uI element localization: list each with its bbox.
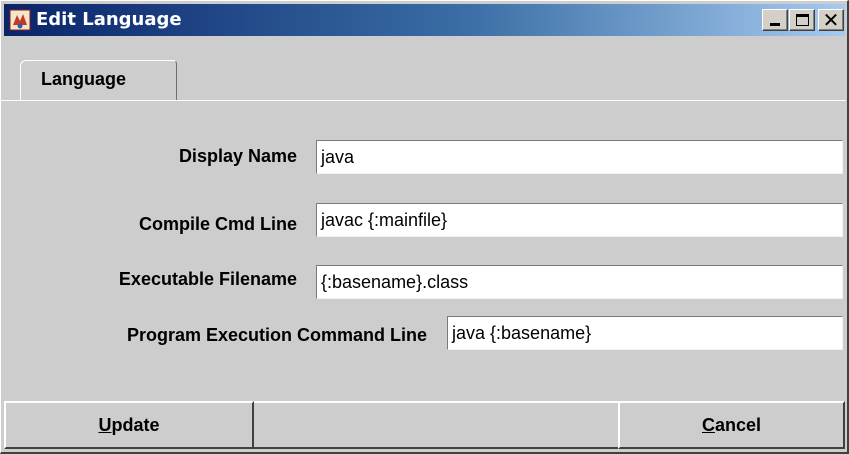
window-title: Edit Language — [36, 9, 182, 30]
cancel-label-rest: ancel — [714, 415, 762, 435]
tab-divider — [1, 100, 846, 101]
minimize-icon — [770, 23, 780, 26]
tab-language[interactable]: Language — [20, 60, 177, 100]
button-bar: Update Cancel — [4, 401, 845, 449]
executable-filename-label: Executable Filename — [118, 269, 297, 289]
edit-language-window: Edit Language ✕ Language Display Name ja… — [0, 0, 849, 454]
cancel-mnemonic: C — [701, 415, 715, 435]
program-execution-field[interactable]: java {:basename} — [447, 316, 843, 350]
update-label-rest: pdate — [111, 415, 160, 435]
executable-filename-field[interactable]: {:basename}.class — [316, 265, 843, 299]
title-bar[interactable]: Edit Language ✕ — [4, 4, 845, 36]
close-icon: ✕ — [822, 8, 840, 32]
compile-cmd-label: Compile Cmd Line — [138, 214, 297, 234]
update-button[interactable]: Update — [4, 401, 254, 449]
button-bar-spacer — [254, 401, 618, 449]
cancel-button[interactable]: Cancel — [618, 401, 845, 449]
compile-cmd-field[interactable]: javac {:mainfile} — [316, 203, 843, 237]
display-name-field[interactable]: java — [316, 140, 843, 174]
maximize-icon — [796, 14, 809, 26]
close-button[interactable]: ✕ — [818, 9, 844, 31]
update-mnemonic: U — [98, 415, 112, 435]
app-icon — [9, 9, 31, 31]
tab-strip: Language — [4, 36, 845, 100]
minimize-button[interactable] — [762, 9, 788, 31]
display-name-label: Display Name — [178, 146, 297, 166]
maximize-button[interactable] — [789, 9, 815, 31]
program-execution-label: Program Execution Command Line — [126, 325, 427, 345]
